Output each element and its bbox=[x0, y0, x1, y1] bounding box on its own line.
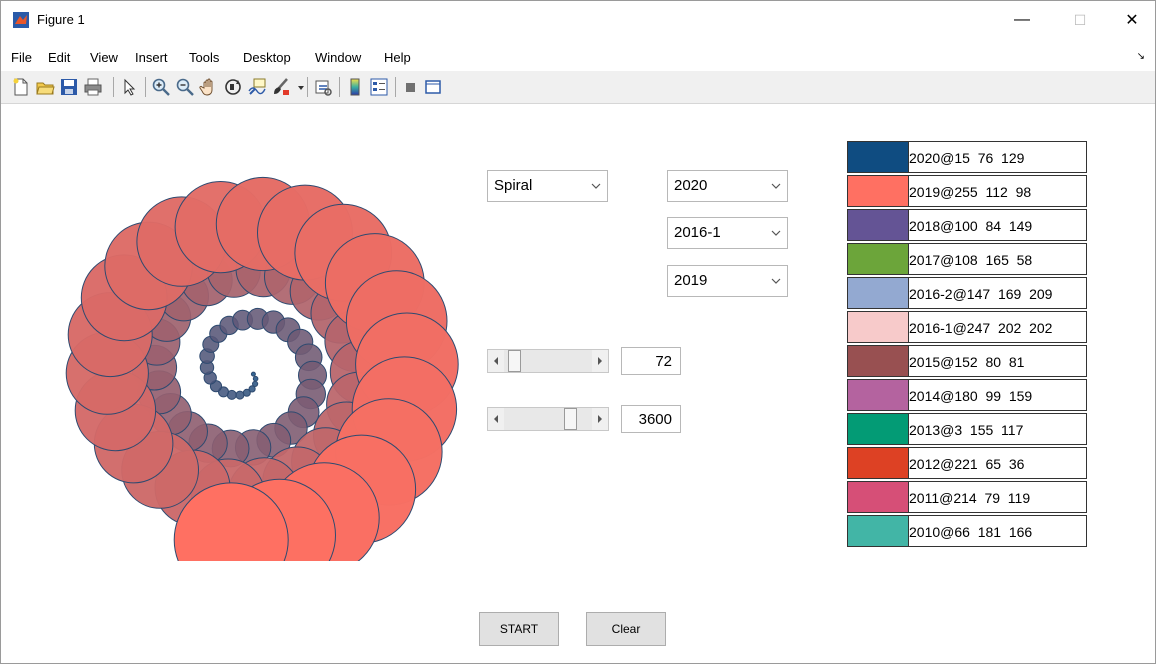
legend-row: 2013@3 155 117 bbox=[847, 413, 1087, 445]
legend-row: 2012@221 65 36 bbox=[847, 447, 1087, 479]
maximize-button[interactable]: ☐ bbox=[1057, 5, 1103, 35]
year-select-1-value: 2020 bbox=[674, 177, 708, 194]
spiral-bubble bbox=[250, 371, 256, 377]
slider-thumb[interactable] bbox=[508, 350, 521, 372]
legend-swatch bbox=[847, 447, 909, 479]
chevron-down-icon[interactable] bbox=[585, 171, 607, 201]
legend-label: 2010@66 181 166 bbox=[908, 515, 1087, 547]
legend-swatch bbox=[847, 413, 909, 445]
legend-row: 2018@100 84 149 bbox=[847, 209, 1087, 241]
legend-row: 2016-1@247 202 202 bbox=[847, 311, 1087, 343]
close-button[interactable]: ✕ bbox=[1109, 5, 1155, 35]
legend-label: 2012@221 65 36 bbox=[908, 447, 1087, 479]
legend-label: 2019@255 112 98 bbox=[908, 175, 1087, 207]
slider-thumb[interactable] bbox=[564, 408, 577, 430]
legend-label: 2011@214 79 119 bbox=[908, 481, 1087, 513]
legend-row: 2019@255 112 98 bbox=[847, 175, 1087, 207]
legend-swatch bbox=[847, 515, 909, 547]
chevron-down-icon[interactable] bbox=[765, 171, 787, 201]
slider-1[interactable] bbox=[487, 349, 609, 373]
slider-right-arrow-icon[interactable] bbox=[592, 408, 608, 430]
legend-swatch bbox=[847, 311, 909, 343]
slider-right-arrow-icon[interactable] bbox=[592, 350, 608, 372]
slider-2[interactable] bbox=[487, 407, 609, 431]
slider-track[interactable] bbox=[504, 408, 592, 430]
legend-row: 2010@66 181 166 bbox=[847, 515, 1087, 547]
legend-label: 2020@15 76 129 bbox=[908, 141, 1087, 173]
chevron-down-icon[interactable] bbox=[765, 218, 787, 248]
year-select-2-value: 2016-1 bbox=[674, 224, 721, 241]
slider-left-arrow-icon[interactable] bbox=[488, 350, 504, 372]
legend-row: 2014@180 99 159 bbox=[847, 379, 1087, 411]
slider-1-value[interactable]: 72 bbox=[621, 347, 681, 375]
clear-button[interactable]: Clear bbox=[586, 612, 666, 646]
spiral-bubble-plot bbox=[65, 176, 459, 561]
slider-2-value[interactable]: 3600 bbox=[621, 405, 681, 433]
legend-swatch bbox=[847, 243, 909, 275]
year-select-2[interactable]: 2016-1 bbox=[667, 217, 788, 249]
legend-swatch bbox=[847, 481, 909, 513]
legend-row: 2017@108 165 58 bbox=[847, 243, 1087, 275]
legend-row: 2011@214 79 119 bbox=[847, 481, 1087, 513]
legend-swatch bbox=[847, 209, 909, 241]
year-select-3-value: 2019 bbox=[674, 272, 708, 289]
legend-label: 2013@3 155 117 bbox=[908, 413, 1087, 445]
legend-row: 2020@15 76 129 bbox=[847, 141, 1087, 173]
dock-arrow-icon[interactable]: ↘ bbox=[1137, 51, 1145, 62]
legend-label: 2017@108 165 58 bbox=[908, 243, 1087, 275]
legend-label: 2014@180 99 159 bbox=[908, 379, 1087, 411]
legend-label: 2016-1@247 202 202 bbox=[908, 311, 1087, 343]
style-select[interactable]: Spiral bbox=[487, 170, 608, 202]
legend-swatch bbox=[847, 345, 909, 377]
spiral-bubble bbox=[235, 390, 245, 400]
style-select-value: Spiral bbox=[494, 177, 533, 194]
legend-label: 2018@100 84 149 bbox=[908, 209, 1087, 241]
figure-window: Figure 1 — ☐ ✕ File Edit View Insert Too… bbox=[0, 0, 1156, 664]
legend-row: 2016-2@147 169 209 bbox=[847, 277, 1087, 309]
legend-swatch bbox=[847, 277, 909, 309]
year-select-3[interactable]: 2019 bbox=[667, 265, 788, 297]
minimize-button[interactable]: — bbox=[999, 5, 1045, 35]
legend-label: 2016-2@147 169 209 bbox=[908, 277, 1087, 309]
chevron-down-icon[interactable] bbox=[765, 266, 787, 296]
legend-swatch bbox=[847, 175, 909, 207]
slider-track[interactable] bbox=[504, 350, 592, 372]
legend-row: 2015@152 80 81 bbox=[847, 345, 1087, 377]
spiral-bubble bbox=[252, 375, 259, 382]
slider-left-arrow-icon[interactable] bbox=[488, 408, 504, 430]
start-button[interactable]: START bbox=[479, 612, 559, 646]
legend-swatch bbox=[847, 141, 909, 173]
legend-swatch bbox=[847, 379, 909, 411]
legend-label: 2015@152 80 81 bbox=[908, 345, 1087, 377]
year-select-1[interactable]: 2020 bbox=[667, 170, 788, 202]
